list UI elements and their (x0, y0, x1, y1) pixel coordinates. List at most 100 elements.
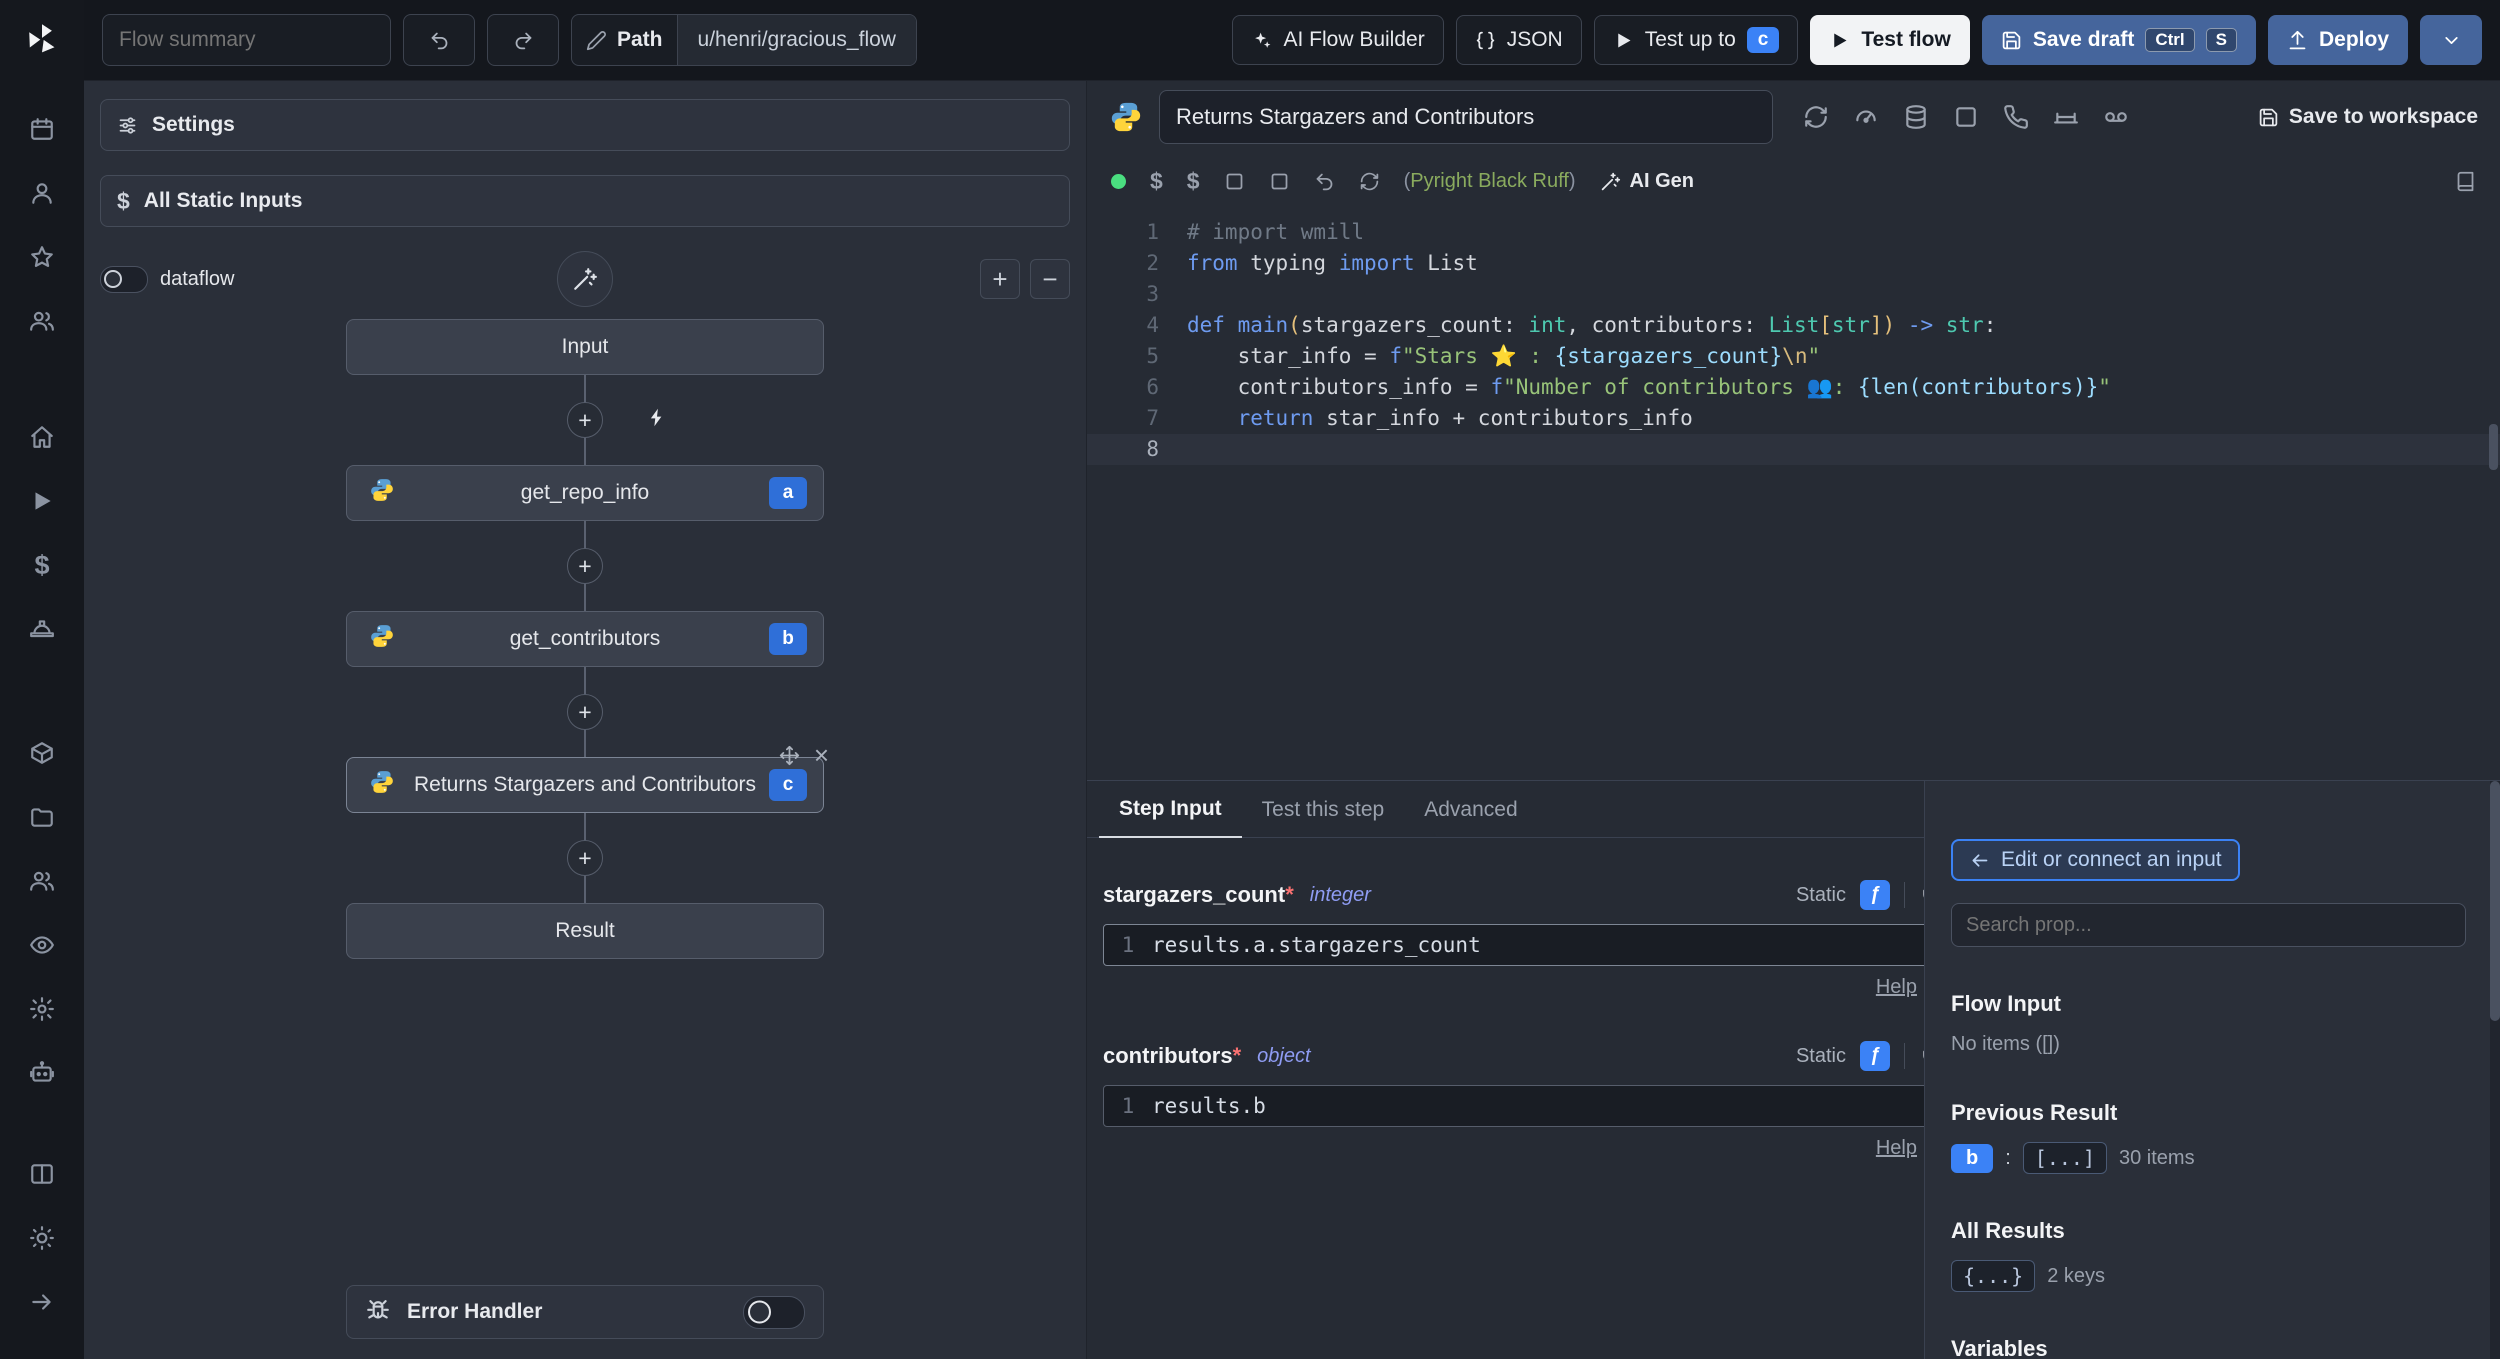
folders-icon[interactable] (19, 796, 65, 838)
workers-icon[interactable] (19, 608, 65, 650)
add-step-button[interactable]: + (567, 548, 603, 584)
flow-settings-button[interactable]: Settings (100, 99, 1070, 151)
reload-icon[interactable] (1359, 171, 1380, 192)
layout-columns-icon[interactable] (19, 1153, 65, 1195)
settings-gear-icon[interactable] (19, 988, 65, 1030)
json-button[interactable]: JSON (1455, 15, 1582, 65)
add-step-button[interactable]: + (567, 840, 603, 876)
collapse-sidebar-icon[interactable] (19, 1281, 65, 1323)
step-input-fields: stargazers_count * integer Static ƒ 1 re… (1087, 838, 1924, 1202)
voicemail-icon[interactable] (2103, 104, 2129, 130)
path-field[interactable]: Path u/henri/gracious_flow (571, 14, 917, 66)
code-line[interactable]: 2 from typing import List (1087, 248, 2500, 279)
props-scrollbar-thumb[interactable] (2490, 781, 2500, 1021)
package-box-icon[interactable] (1269, 171, 1290, 192)
line-number: 7 (1146, 406, 1159, 430)
all-results-collapsed-chip[interactable]: {...} (1951, 1260, 2036, 1292)
step-title-input[interactable] (1159, 90, 1773, 144)
history-cycle-icon[interactable] (1803, 104, 1829, 130)
delete-step-icon[interactable]: × (814, 742, 829, 768)
code-line[interactable]: 6 contributors_info = f"Number of contri… (1087, 372, 2500, 403)
phone-trigger-icon[interactable] (2003, 104, 2029, 130)
redo-button[interactable] (487, 14, 559, 66)
audit-eye-icon[interactable] (19, 924, 65, 966)
dataflow-toggle[interactable] (100, 265, 148, 293)
save-draft-button[interactable]: Save draft Ctrl S (1981, 15, 2256, 65)
expression-mode-toggle[interactable]: ƒ (1860, 1041, 1890, 1071)
docs-book-icon[interactable] (2455, 171, 2476, 192)
expression-input[interactable]: 1 results.b (1103, 1085, 1924, 1127)
user-icon[interactable] (19, 172, 65, 214)
undo-icon[interactable] (1314, 171, 1335, 192)
error-handler-toggle[interactable] (743, 1295, 805, 1329)
performance-gauge-icon[interactable] (1853, 104, 1879, 130)
move-handle-icon[interactable] (779, 745, 800, 766)
braces-icon (1475, 30, 1496, 51)
resource-picker-icon[interactable]: $ (1187, 168, 1200, 195)
add-step-button[interactable]: + (567, 694, 603, 730)
bot-icon[interactable] (19, 1052, 65, 1094)
variables-icon[interactable]: $ (19, 544, 65, 586)
variable-picker-icon[interactable]: $ (1150, 168, 1163, 195)
help-link[interactable]: Help (1876, 976, 1917, 999)
static-mode-label: Static (1795, 1044, 1846, 1067)
previous-result-step-badge[interactable]: b (1951, 1143, 1994, 1173)
undo-button[interactable] (403, 14, 475, 66)
all-static-inputs-button[interactable]: $ All Static Inputs (100, 175, 1070, 227)
sparkles-icon (1251, 30, 1272, 51)
tab-advanced[interactable]: Advanced (1404, 798, 1537, 837)
result-node[interactable]: Result (346, 903, 824, 959)
all-results-section-title: All Results (1951, 1218, 2065, 1243)
code-line[interactable]: 3 (1087, 279, 2500, 310)
box-icon[interactable] (1953, 104, 1979, 130)
flow-summary-input[interactable] (102, 14, 391, 66)
deploy-more-button[interactable] (2420, 15, 2482, 65)
code-line[interactable]: 4 def main(stargazers_count: int, contrib… (1087, 310, 2500, 341)
trigger-bolt-icon[interactable] (647, 407, 668, 433)
windmill-logo-icon[interactable] (19, 18, 65, 60)
editor-scrollbar-thumb[interactable] (2489, 424, 2498, 470)
resources-icon[interactable] (19, 732, 65, 774)
expression-input[interactable]: 1 results.a.stargazers_count (1103, 924, 1924, 966)
schedules-icon[interactable] (19, 108, 65, 150)
database-icon[interactable] (1903, 104, 1929, 130)
python-icon (369, 477, 395, 509)
expression-mode-toggle[interactable]: ƒ (1860, 880, 1890, 910)
step-node-c-selected[interactable]: × Returns Stargazers and Contributors c (346, 742, 829, 813)
test-up-to-button[interactable]: Test up to c (1593, 15, 1799, 65)
favorites-star-icon[interactable] (19, 236, 65, 278)
zoom-in-button[interactable]: + (980, 259, 1020, 299)
add-step-button[interactable]: + (567, 402, 603, 438)
code-editor[interactable]: 1 # import wmill 2 from typing import List 3… (1087, 209, 2500, 780)
groups-icon[interactable] (19, 300, 65, 342)
ai-wand-button[interactable] (557, 251, 613, 307)
test-flow-button[interactable]: Test flow (1810, 15, 1970, 65)
ai-flow-builder-button[interactable]: AI Flow Builder (1232, 15, 1444, 65)
search-prop-input[interactable] (1951, 903, 2466, 947)
user-group-icon[interactable] (19, 860, 65, 902)
field-type: object (1257, 1044, 1311, 1067)
code-line[interactable]: 8 (1087, 434, 2500, 465)
previous-result-collapsed-chip[interactable]: [...] (2022, 1142, 2107, 1174)
code-line[interactable]: 7 return star_info + contributors_info (1087, 403, 2500, 434)
tab-test-this-step[interactable]: Test this step (1242, 798, 1405, 837)
code-line[interactable]: 5 star_info = f"Stars ⭐ : {stargazers_co… (1087, 341, 2500, 372)
tab-step-input[interactable]: Step Input (1099, 797, 1242, 838)
reset-box-icon[interactable] (1224, 171, 1245, 192)
help-link[interactable]: Help (1876, 1137, 1917, 1160)
deploy-button[interactable]: Deploy (2267, 15, 2408, 65)
save-to-workspace-button[interactable]: Save to workspace (2258, 105, 2478, 129)
runs-icon[interactable] (19, 480, 65, 522)
edit-or-connect-input-button[interactable]: Edit or connect an input (1951, 839, 2240, 881)
home-icon[interactable] (19, 416, 65, 458)
error-handler-node[interactable]: Error Handler (346, 1285, 824, 1339)
ai-gen-button[interactable]: AI Gen (1600, 170, 1694, 193)
theme-sun-icon[interactable] (19, 1217, 65, 1259)
code-line[interactable]: 1 # import wmill (1087, 217, 2500, 248)
previous-result-count: 30 items (2119, 1146, 2195, 1169)
zoom-out-button[interactable]: − (1030, 259, 1070, 299)
step-node-a[interactable]: get_repo_info a (346, 465, 824, 521)
step-node-b[interactable]: get_contributors b (346, 611, 824, 667)
bench-icon[interactable] (2053, 104, 2079, 130)
input-node[interactable]: Input (346, 319, 824, 375)
